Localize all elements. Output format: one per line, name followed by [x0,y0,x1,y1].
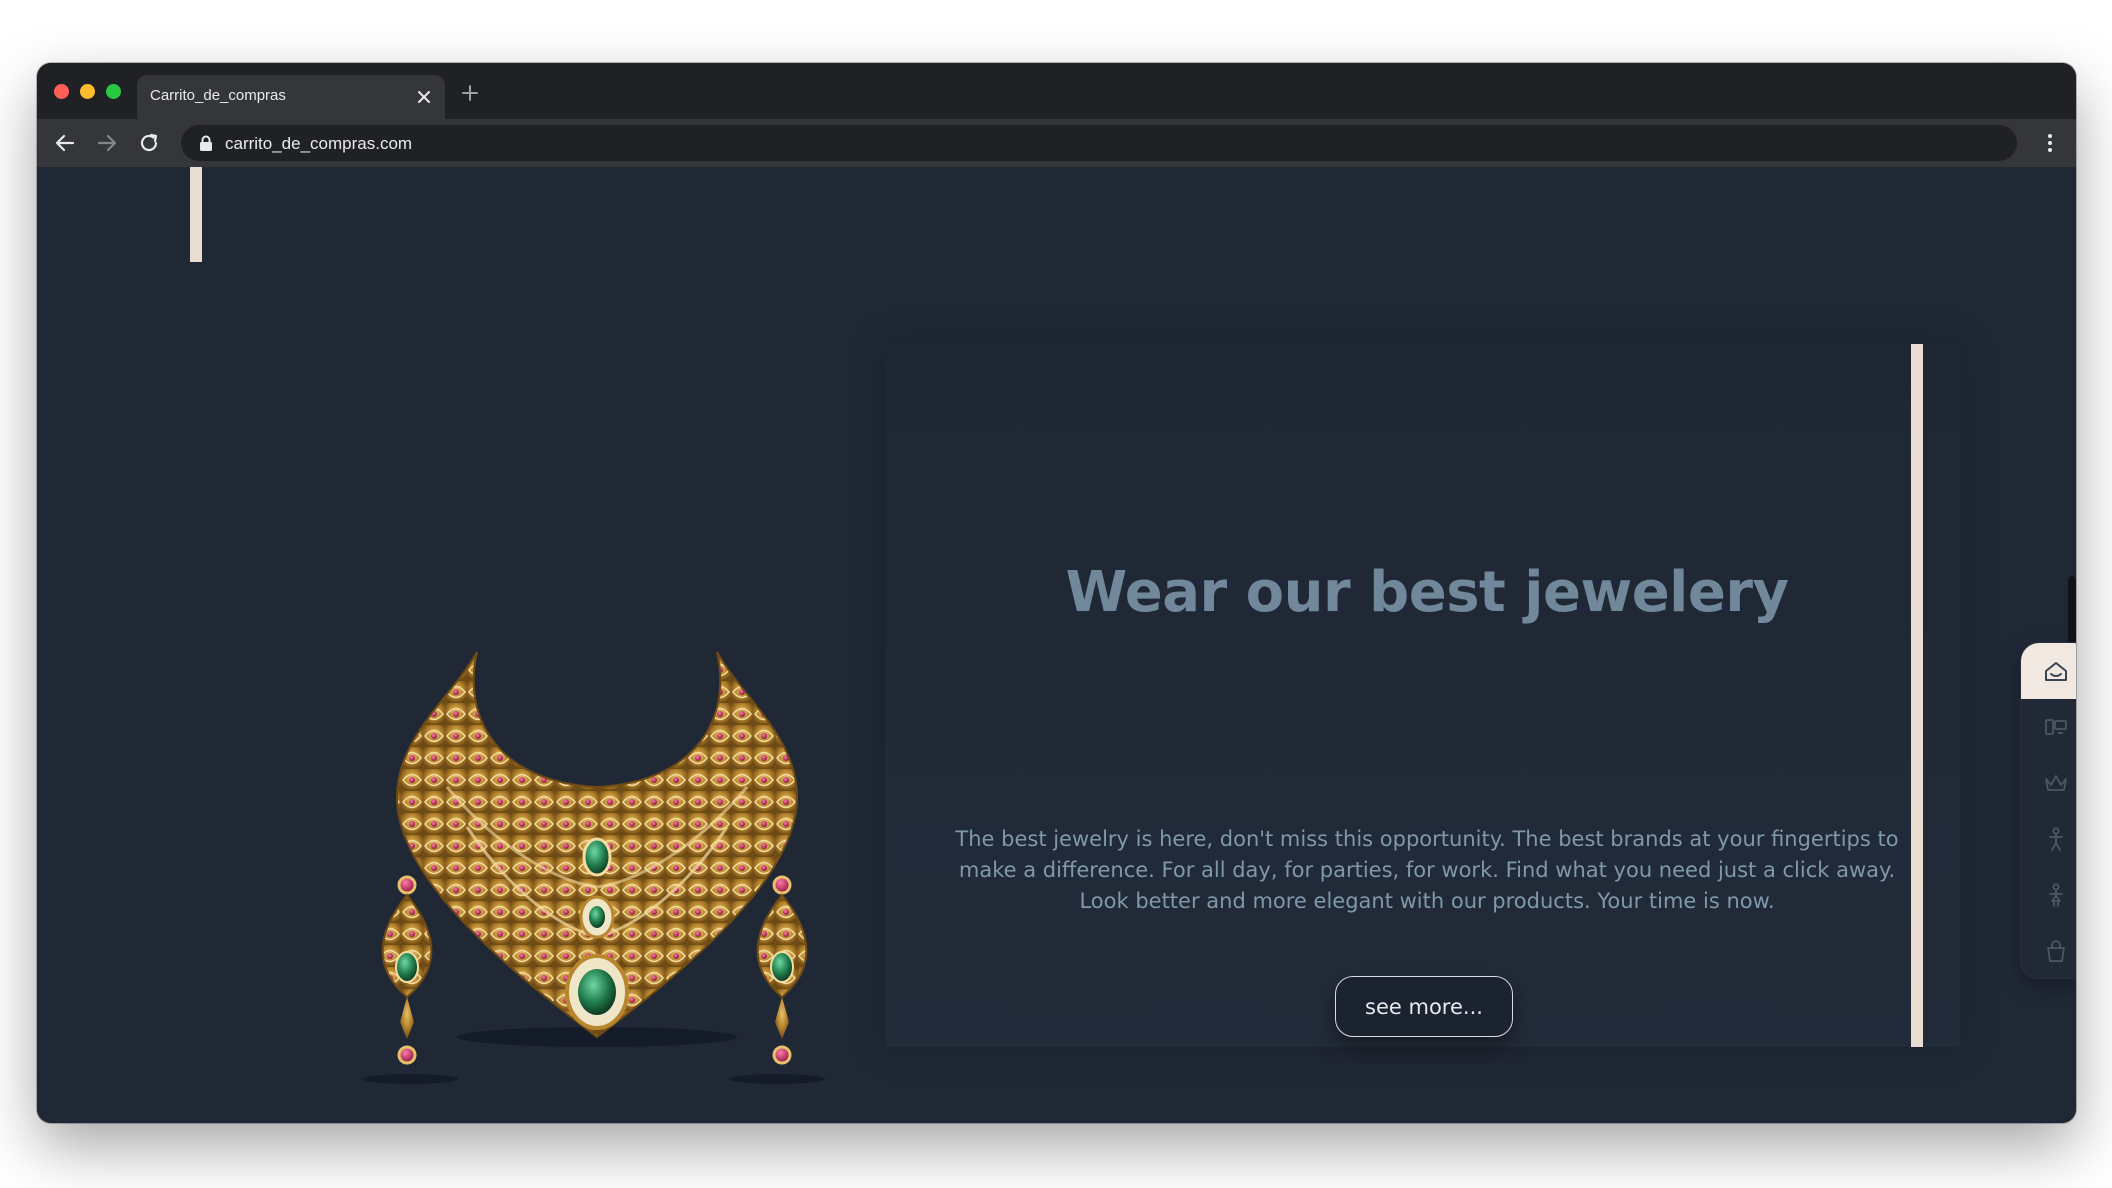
women-icon [2049,883,2063,907]
page-viewport: Wear our best jewelery The best jewelry … [37,167,2076,1123]
maximize-window-button[interactable] [106,84,121,99]
hero-panel [885,344,1960,1047]
url-text: carrito_de_compras.com [225,134,413,153]
close-tab-icon[interactable] [415,88,433,106]
sidebar-item-men[interactable] [2021,811,2076,867]
reload-icon[interactable] [137,131,161,155]
lock-icon [200,135,212,151]
decorative-accent-bar [190,167,202,262]
sidebar-item-cart[interactable] [2021,923,2076,979]
left-earring [381,875,433,1065]
browser-window: Carrito_de_compras carrito_de_compras.co… [37,63,2076,1123]
kebab-menu-icon[interactable] [2038,131,2062,155]
back-arrow-icon[interactable] [53,131,77,155]
hero-title: Wear our best jewelery [1065,560,1789,625]
electronics-icon [2045,719,2067,735]
sidebar-item-jewelry[interactable] [2021,755,2076,811]
tab-title: Carrito_de_compras [150,87,286,104]
right-earring [756,875,808,1065]
home-icon [2045,662,2067,681]
category-sidebar [2020,642,2076,979]
forward-arrow-icon[interactable] [95,131,119,155]
address-bar[interactable]: carrito_de_compras.com [181,125,2017,161]
title-bar: Carrito_de_compras [37,63,2076,119]
close-window-button[interactable] [54,84,69,99]
browser-toolbar: carrito_de_compras.com [37,119,2076,167]
men-icon [2049,827,2063,851]
sidebar-item-women[interactable] [2021,867,2076,923]
sidebar-item-home[interactable] [2021,643,2076,699]
shopping-bag-icon [2047,940,2065,962]
hero-description: The best jewelry is here, don't miss thi… [955,827,1899,913]
sidebar-item-electronics[interactable] [2021,699,2076,755]
see-more-button[interactable]: see more... [1335,976,1513,1037]
crown-icon [2045,775,2067,791]
necklace-image [357,637,837,1097]
minimize-window-button[interactable] [80,84,95,99]
browser-tab[interactable]: Carrito_de_compras [137,75,445,119]
new-tab-icon[interactable] [460,83,480,103]
hero-accent-bar [1911,344,1923,1047]
